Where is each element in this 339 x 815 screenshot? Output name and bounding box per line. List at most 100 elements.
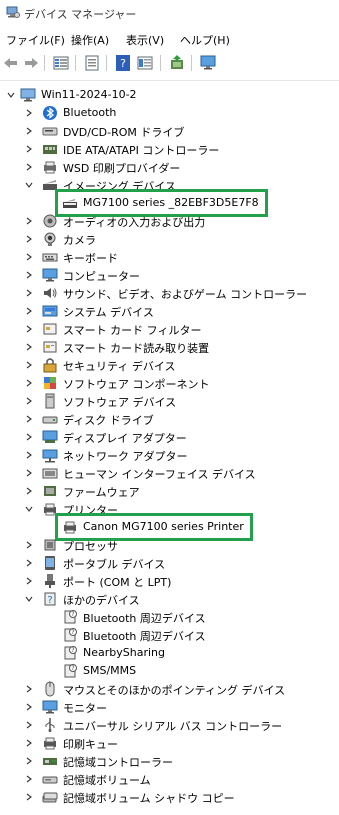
chevron-right-icon[interactable] (24, 252, 34, 262)
chevron-down-icon[interactable] (24, 180, 34, 190)
portable-device-icon (45, 556, 55, 570)
tree-item-keyboard[interactable]: キーボード (0, 248, 339, 266)
chevron-right-icon[interactable] (24, 684, 34, 694)
tree-item-print-queue[interactable]: 印刷キュー (0, 734, 339, 752)
tree-item-wsd-printer[interactable]: WSD 印刷プロバイダー (0, 158, 339, 176)
wsd-printer-icon (44, 161, 56, 174)
tree-item-portable-device[interactable]: ポータブル デバイス (0, 554, 339, 572)
tree-item-display-adapter[interactable]: ディスプレイ アダプター (0, 428, 339, 446)
show-icon[interactable] (83, 54, 101, 72)
tree-item-shadow-copy[interactable]: 記憶域ボリューム シャドウ コピー (0, 788, 339, 806)
tree-item-smart-card-filter[interactable]: スマート カード フィルター (0, 320, 339, 338)
tree-item-storage-controller[interactable]: 記憶域コントローラー (0, 752, 339, 770)
svg-text:?: ? (120, 57, 126, 70)
help-icon[interactable]: ? (114, 54, 132, 72)
chevron-right-icon[interactable] (24, 144, 34, 154)
chevron-right-icon[interactable] (24, 378, 34, 388)
tree-item-unknown-device-3[interactable]: ? SMS/MMS (0, 662, 339, 680)
chevron-right-icon[interactable] (24, 270, 34, 280)
chevron-right-icon[interactable] (24, 450, 34, 460)
chevron-right-icon[interactable] (24, 324, 34, 334)
view-icon[interactable] (136, 54, 154, 72)
tree-item-network-adapter[interactable]: ネットワーク アダプター (0, 446, 339, 464)
chevron-right-icon[interactable] (24, 558, 34, 568)
chevron-down-icon[interactable] (24, 504, 34, 514)
menu-file[interactable]: ファイル(F) (4, 31, 67, 49)
tree-item-label: 印刷キュー (63, 738, 118, 751)
tree-item-label: ユニバーサル シリアル バス コントローラー (63, 720, 283, 733)
back-icon[interactable] (2, 54, 20, 72)
chevron-right-icon[interactable] (24, 216, 34, 226)
tree-item-unknown-device-1[interactable]: ? Bluetooth 周辺デバイス (0, 626, 339, 644)
tree-item-hid[interactable]: ヒューマン インターフェイス デバイス (0, 464, 339, 482)
tree-item-speaker[interactable]: オーディオの入力および出力 (0, 212, 339, 230)
chevron-right-icon[interactable] (24, 720, 34, 730)
tree-item-label: SMS/MMS (83, 664, 137, 677)
menu-help[interactable]: ヘルプ(H) (178, 31, 232, 49)
menu-action[interactable]: 操作(A) (69, 31, 111, 49)
tree-item-monitor[interactable]: モニター (0, 698, 339, 716)
unknown-device-icon: ? (64, 628, 77, 642)
chevron-right-icon[interactable] (24, 396, 34, 406)
svg-text:?: ? (71, 629, 74, 636)
tree-item-unknown-device-0[interactable]: ? Bluetooth 周辺デバイス (0, 608, 339, 626)
port-icon (45, 574, 55, 588)
chevron-right-icon[interactable] (24, 774, 34, 784)
tree-item-label: ヒューマン インターフェイス デバイス (63, 468, 256, 481)
chevron-right-icon[interactable] (24, 756, 34, 766)
toolbar-separator (106, 55, 107, 71)
chevron-right-icon[interactable] (24, 234, 34, 244)
tree-item-smart-card-reader[interactable]: スマート カード読み取り装置 (0, 338, 339, 356)
tree-item-system-device[interactable]: システム デバイス (0, 302, 339, 320)
tree-item-software-device[interactable]: ソフトウェア デバイス (0, 392, 339, 410)
tree-item-label: 記憶域コントローラー (63, 756, 173, 769)
svg-text:?: ? (47, 595, 52, 606)
chevron-right-icon[interactable] (24, 414, 34, 424)
chevron-right-icon[interactable] (24, 738, 34, 748)
tree-item-mouse[interactable]: マウスとそのほかのポインティング デバイス (0, 680, 339, 698)
tree-item-software-component[interactable]: ソフトウェア コンポーネント (0, 374, 339, 392)
chevron-right-icon[interactable] (24, 126, 34, 136)
tree-item-sound[interactable]: サウンド、ビデオ、およびゲーム コントローラー (0, 284, 339, 302)
chevron-right-icon[interactable] (24, 540, 34, 550)
chevron-right-icon[interactable] (24, 108, 34, 118)
tree-item-camera[interactable]: カメラ (0, 230, 339, 248)
tree-item-label: セキュリティ デバイス (63, 360, 176, 373)
forward-icon[interactable] (22, 54, 40, 72)
chevron-down-icon[interactable] (6, 90, 16, 100)
tree-item-disk-drive[interactable]: ディスク ドライブ (0, 410, 339, 428)
chevron-right-icon[interactable] (24, 468, 34, 478)
tree-item-root[interactable]: Win11-2024-10-2 (0, 86, 339, 104)
chevron-right-icon[interactable] (24, 702, 34, 712)
tree-item-usb[interactable]: ユニバーサル シリアル バス コントローラー (0, 716, 339, 734)
tree-item-computer[interactable]: コンピューター (0, 266, 339, 284)
chevron-right-icon[interactable] (24, 432, 34, 442)
tree-item-security-device[interactable]: セキュリティ デバイス (0, 356, 339, 374)
properties-grid-icon[interactable] (52, 54, 70, 72)
tree-item-port[interactable]: ポート (COM と LPT) (0, 572, 339, 590)
tree-item-dvd-drive[interactable]: DVD/CD-ROM ドライブ (0, 122, 339, 140)
chevron-right-icon[interactable] (24, 342, 34, 352)
chevron-right-icon[interactable] (24, 486, 34, 496)
chevron-down-icon[interactable] (24, 594, 34, 604)
tree-item-firmware[interactable]: ファームウェア (0, 482, 339, 500)
monitor-icon[interactable] (199, 54, 217, 72)
window-title: デバイス マネージャー (24, 8, 137, 21)
tree-item-processor[interactable]: プロセッサ (0, 536, 339, 554)
chevron-right-icon[interactable] (24, 288, 34, 298)
tree-item-bluetooth[interactable]: Bluetooth (0, 104, 339, 122)
smart-card-reader-icon (43, 341, 57, 353)
chevron-right-icon[interactable] (24, 576, 34, 586)
tree-item-ide-controller[interactable]: IDE ATA/ATAPI コントローラー (0, 140, 339, 158)
menu-view[interactable]: 表示(V) (124, 31, 166, 49)
chevron-right-icon[interactable] (24, 360, 34, 370)
chevron-right-icon[interactable] (24, 792, 34, 802)
chevron-right-icon[interactable] (24, 162, 34, 172)
ide-controller-icon (43, 145, 57, 154)
chevron-right-icon[interactable] (24, 306, 34, 316)
tree-item-other-devices[interactable]: ? ほかのデバイス (0, 590, 339, 608)
tree-item-unknown-device-2[interactable]: ? NearbySharing (0, 644, 339, 662)
update-driver-icon[interactable] (168, 54, 186, 72)
tree-item-storage-volume[interactable]: 記憶域ボリューム (0, 770, 339, 788)
mouse-icon (45, 681, 55, 697)
